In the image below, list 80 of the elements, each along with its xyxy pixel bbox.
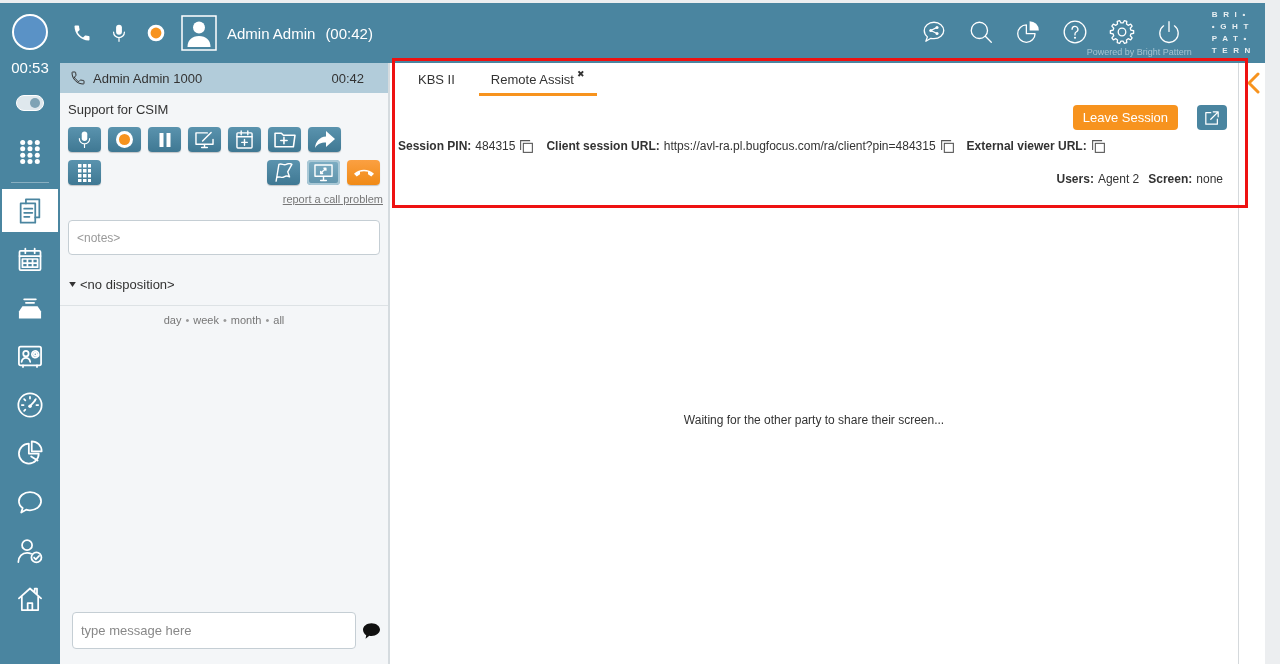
chevron-left-icon[interactable]: [1246, 72, 1260, 94]
user-avatar-icon: [181, 15, 217, 51]
notes-field[interactable]: <notes>: [68, 220, 380, 255]
logo-text-line: BRI•: [1211, 9, 1252, 21]
dot-grid-icon: [20, 140, 40, 164]
hang-up-button[interactable]: [347, 160, 380, 185]
history-filter-link[interactable]: month: [230, 314, 262, 326]
disposition-dropdown[interactable]: <no disposition>: [69, 277, 175, 292]
bullet-separator: •: [223, 314, 227, 326]
avatar-circle-icon[interactable]: [12, 14, 48, 50]
copy-icon[interactable]: [520, 139, 534, 153]
status-label: Users:: [1056, 172, 1094, 186]
flag-icon: [274, 163, 293, 182]
bullet-separator: •: [265, 314, 270, 326]
screen-share-button[interactable]: [307, 160, 340, 185]
call-duration: 00:42: [331, 70, 364, 86]
monitor-icon: [314, 163, 333, 182]
calendar-plus-icon: [236, 130, 253, 149]
logo-text-line: TERN: [1211, 45, 1256, 57]
field-label: External viewer URL:: [966, 139, 1087, 153]
logo-text-line: PAT•: [1211, 33, 1253, 45]
user-check-icon: [16, 536, 44, 565]
agent-name: Admin Admin: [227, 24, 316, 42]
status-label: Screen:: [1148, 172, 1193, 186]
message-field[interactable]: type message here: [72, 612, 356, 649]
caret-icon: [69, 282, 76, 287]
copy-icon[interactable]: [1091, 139, 1105, 153]
service-name: Support for CSIM: [67, 101, 170, 117]
caller-name: Admin Admin 1000: [93, 70, 203, 86]
record-icon: [116, 131, 133, 148]
tab[interactable]: Remote Assist ✖: [478, 66, 597, 96]
calendar-icon: [16, 245, 44, 274]
flag-button[interactable]: [267, 160, 300, 185]
session-timer: 00:53: [11, 59, 49, 77]
keypad-button[interactable]: [68, 160, 101, 185]
field-value: https://avl-ra.pl.bugfocus.com/ra/client?pin=484315: [663, 139, 936, 153]
open-external-button[interactable]: [1197, 105, 1227, 130]
record-button[interactable]: [108, 127, 141, 152]
screen-note-button[interactable]: [188, 127, 221, 152]
bullet-separator: •: [185, 314, 190, 326]
history-filter-link[interactable]: week: [193, 314, 219, 326]
documents-nav-button[interactable]: [2, 189, 58, 232]
history-filter-link[interactable]: day: [163, 314, 182, 326]
keypad-icon: [78, 163, 91, 182]
transfer-button[interactable]: [308, 127, 341, 152]
apps-button[interactable]: [20, 140, 40, 164]
phone-handset-icon: [353, 168, 374, 177]
settings-icon[interactable]: [1108, 19, 1135, 45]
powered-by-text: Powered by Bright Pattern: [1086, 47, 1192, 57]
hold-button[interactable]: [148, 127, 181, 152]
folder-plus-icon: [273, 131, 296, 148]
history-filter-link[interactable]: all: [273, 314, 285, 326]
field-label: Session PIN:: [398, 139, 472, 153]
pie-chart-icon[interactable]: [1014, 19, 1041, 45]
status-value: none: [1196, 172, 1223, 186]
field-label: Client session URL:: [546, 139, 660, 153]
close-tab-button[interactable]: ✖: [576, 69, 585, 79]
external-link-icon: [1205, 110, 1219, 125]
help-icon[interactable]: [1061, 19, 1088, 45]
phone-icon: [70, 70, 86, 86]
schedule-button[interactable]: [228, 127, 261, 152]
waiting-message: Waiting for the other party to share their screen...: [683, 413, 945, 427]
mute-button[interactable]: [68, 127, 101, 152]
phone-icon[interactable]: [72, 23, 92, 43]
monitor-pencil-icon: [195, 130, 214, 149]
record-icon[interactable]: [146, 23, 166, 43]
pause-icon: [158, 132, 171, 147]
toggle-switch[interactable]: [16, 95, 44, 111]
attach-folder-button[interactable]: [268, 127, 301, 152]
report-problem-link[interactable]: report a call problem: [282, 193, 383, 205]
status-value: Agent 2: [1097, 172, 1140, 186]
call-time: (00:42): [325, 24, 373, 42]
speech-bubble-icon[interactable]: [363, 622, 380, 639]
gauge-icon: [16, 390, 44, 419]
copy-icon[interactable]: [940, 139, 954, 153]
forward-arrow-icon: [314, 131, 335, 148]
house-icon: [16, 585, 44, 614]
logo-text-line: •GHT: [1211, 21, 1255, 33]
tab[interactable]: KBS II: [406, 66, 467, 96]
field-value: 484315: [475, 139, 516, 153]
